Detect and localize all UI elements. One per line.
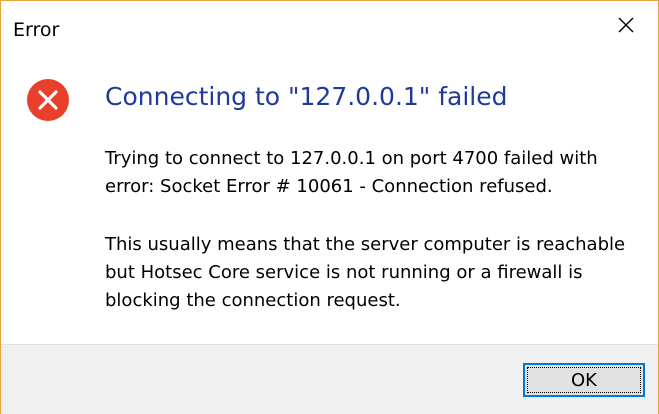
error-details: Trying to connect to 127.0.0.1 on port 4… [105,148,598,197]
button-bar: OK [1,344,658,414]
ok-button-label: OK [571,369,597,391]
window-title: Error [13,19,60,41]
error-dialog: Error Connecting to "127.0.0.1" failed T… [0,0,659,414]
ok-button[interactable]: OK [523,363,645,397]
main-instruction: Connecting to "127.0.0.1" failed [105,82,508,111]
close-icon [616,15,636,39]
close-button[interactable] [594,1,658,53]
title-bar[interactable]: Error [1,1,658,53]
dialog-content: Connecting to "127.0.0.1" failed Trying … [1,53,658,344]
error-icon [26,78,70,122]
error-explanation: This usually means that the server compu… [105,234,626,311]
